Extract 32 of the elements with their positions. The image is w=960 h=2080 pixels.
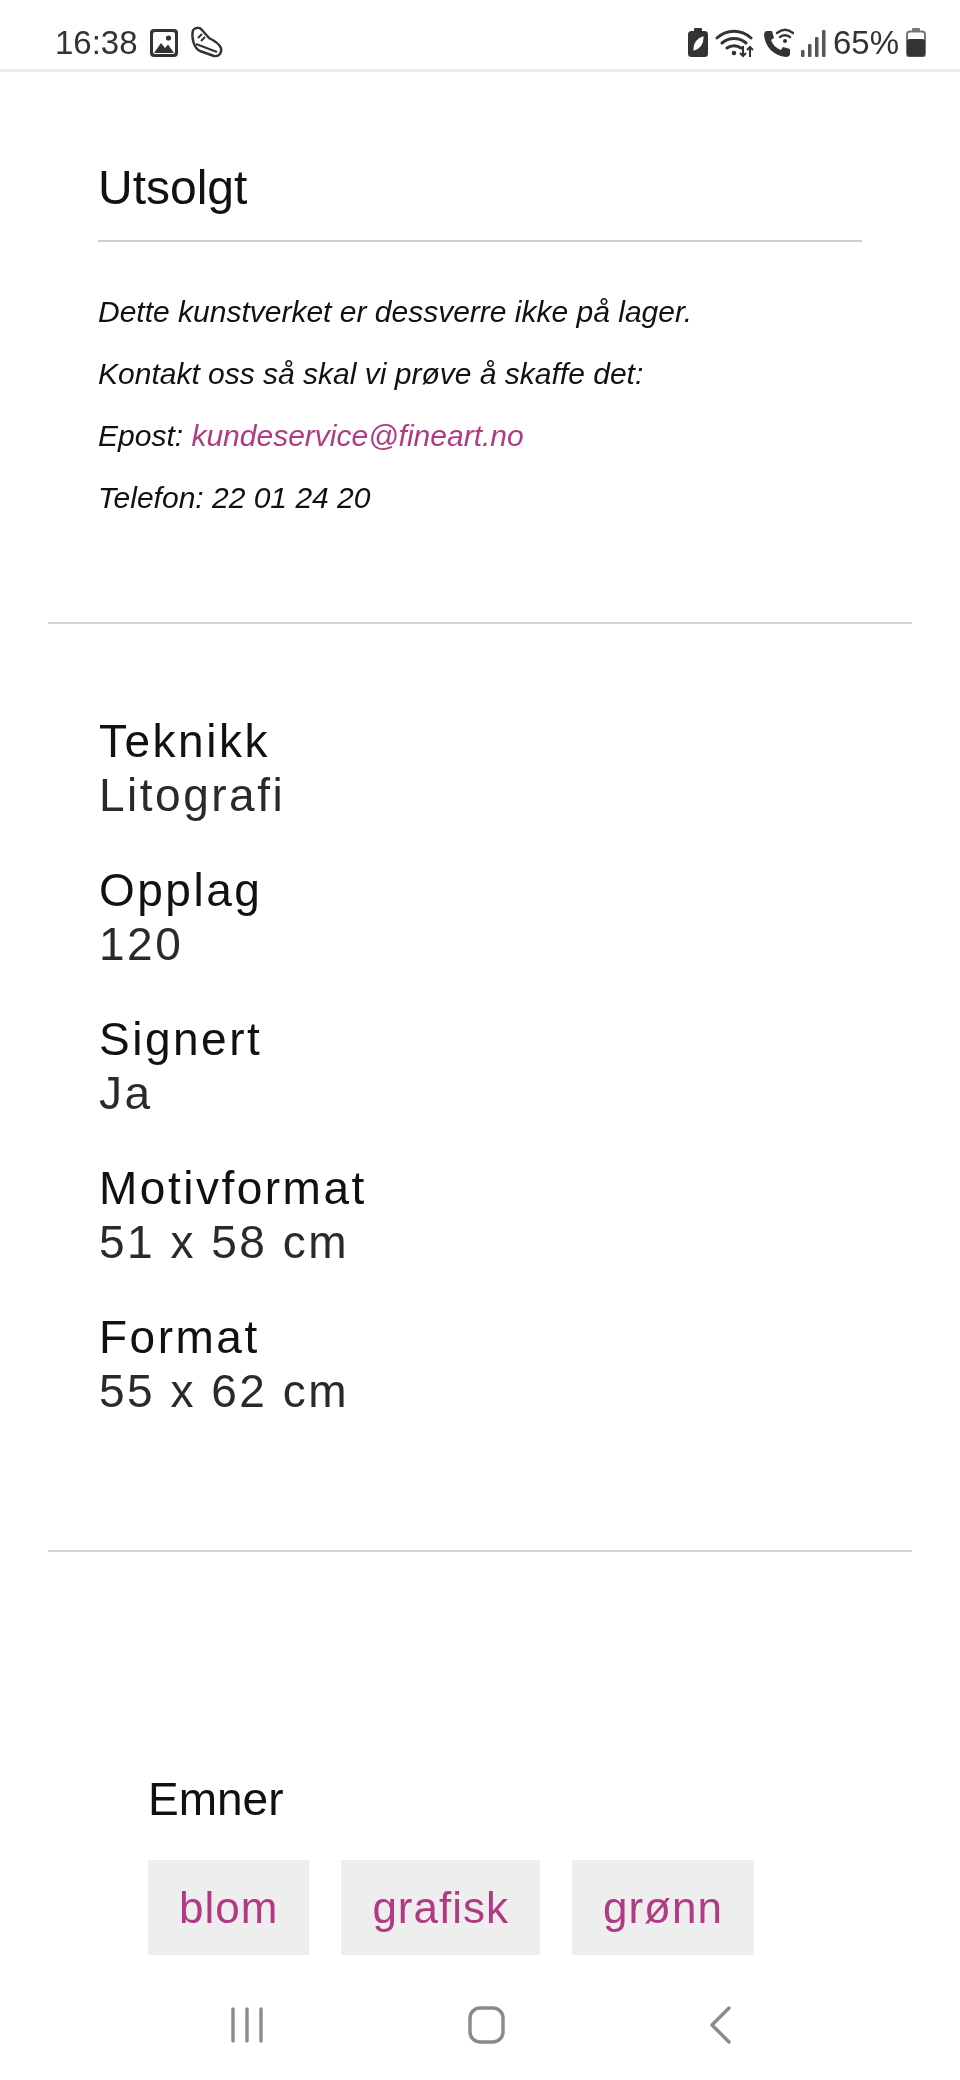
email-label: Epost:	[98, 419, 184, 452]
detail-label: Motivformat	[99, 1161, 368, 1215]
topic-tag[interactable]: grønn	[571, 1860, 754, 1955]
email-link[interactable]: kundeservice@fineart.no	[191, 419, 524, 452]
battery-percentage: 65%	[832, 24, 899, 61]
detail-value: 120	[99, 917, 185, 971]
topic-tag[interactable]: grafisk	[341, 1860, 540, 1955]
detail-label: Signert	[99, 1012, 264, 1066]
detail-value: Litografi	[99, 768, 287, 822]
image-icon	[149, 28, 178, 57]
back-icon[interactable]	[708, 2006, 731, 2044]
phone-wifi-icon	[761, 27, 794, 58]
detail-label: Opplag	[99, 863, 264, 917]
battery-icon	[906, 28, 926, 57]
signal-icon	[800, 28, 826, 57]
detail-label: Format	[99, 1310, 261, 1364]
detail-label: Teknikk	[99, 714, 271, 768]
detail-value: 55 x 62 cm	[99, 1364, 350, 1418]
notice-text: Telefon: 22 01 24 20	[98, 480, 372, 516]
battery-leaf-icon	[687, 28, 708, 57]
detail-value: 51 x 58 cm	[99, 1215, 350, 1269]
section-title: Emner	[148, 1772, 285, 1826]
home-icon[interactable]	[467, 2006, 505, 2044]
sneaker-icon	[189, 26, 224, 59]
clock-time: 16:38	[55, 24, 138, 61]
detail-value: Ja	[99, 1066, 154, 1120]
recent-apps-icon[interactable]	[229, 2007, 264, 2043]
topic-tag[interactable]: blom	[148, 1860, 310, 1955]
wifi-icon	[714, 27, 755, 58]
notice-text: Kontakt oss så skal vi prøve å skaffe det:	[98, 356, 645, 392]
section-title: Utsolgt	[98, 160, 248, 216]
notice-text: Dette kunstverket er dessverre ikke på lager.	[98, 294, 694, 330]
